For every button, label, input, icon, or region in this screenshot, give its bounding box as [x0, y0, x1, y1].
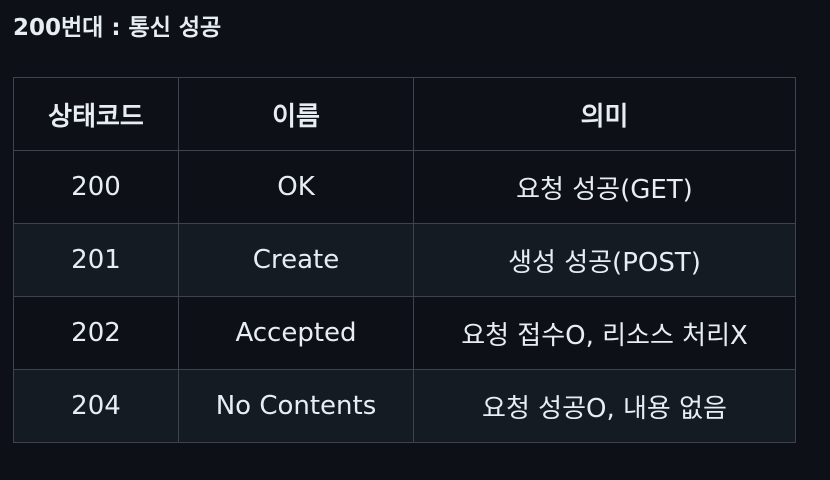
cell-meaning: 요청 접수O, 리소스 처리X	[413, 296, 796, 370]
cell-name: Accepted	[178, 296, 414, 370]
cell-status-code: 202	[13, 296, 179, 370]
table-row: 202 Accepted 요청 접수O, 리소스 처리X	[13, 296, 796, 370]
table-row: 204 No Contents 요청 성공O, 내용 없음	[13, 369, 796, 443]
section-heading: 200번대 : 통신 성공	[13, 15, 222, 41]
table-header-row: 상태코드 이름 의미	[13, 77, 796, 151]
header-name: 이름	[178, 77, 414, 151]
cell-name: Create	[178, 223, 414, 297]
cell-meaning: 생성 성공(POST)	[413, 223, 796, 297]
table-row: 200 OK 요청 성공(GET)	[13, 150, 796, 224]
cell-status-code: 201	[13, 223, 179, 297]
cell-meaning: 요청 성공(GET)	[413, 150, 796, 224]
cell-status-code: 200	[13, 150, 179, 224]
cell-name: No Contents	[178, 369, 414, 443]
status-code-table: 상태코드 이름 의미 200 OK 요청 성공(GET) 201 Create …	[13, 77, 796, 443]
table-row: 201 Create 생성 성공(POST)	[13, 223, 796, 297]
header-status-code: 상태코드	[13, 77, 179, 151]
cell-name: OK	[178, 150, 414, 224]
cell-status-code: 204	[13, 369, 179, 443]
header-meaning: 의미	[413, 77, 796, 151]
cell-meaning: 요청 성공O, 내용 없음	[413, 369, 796, 443]
